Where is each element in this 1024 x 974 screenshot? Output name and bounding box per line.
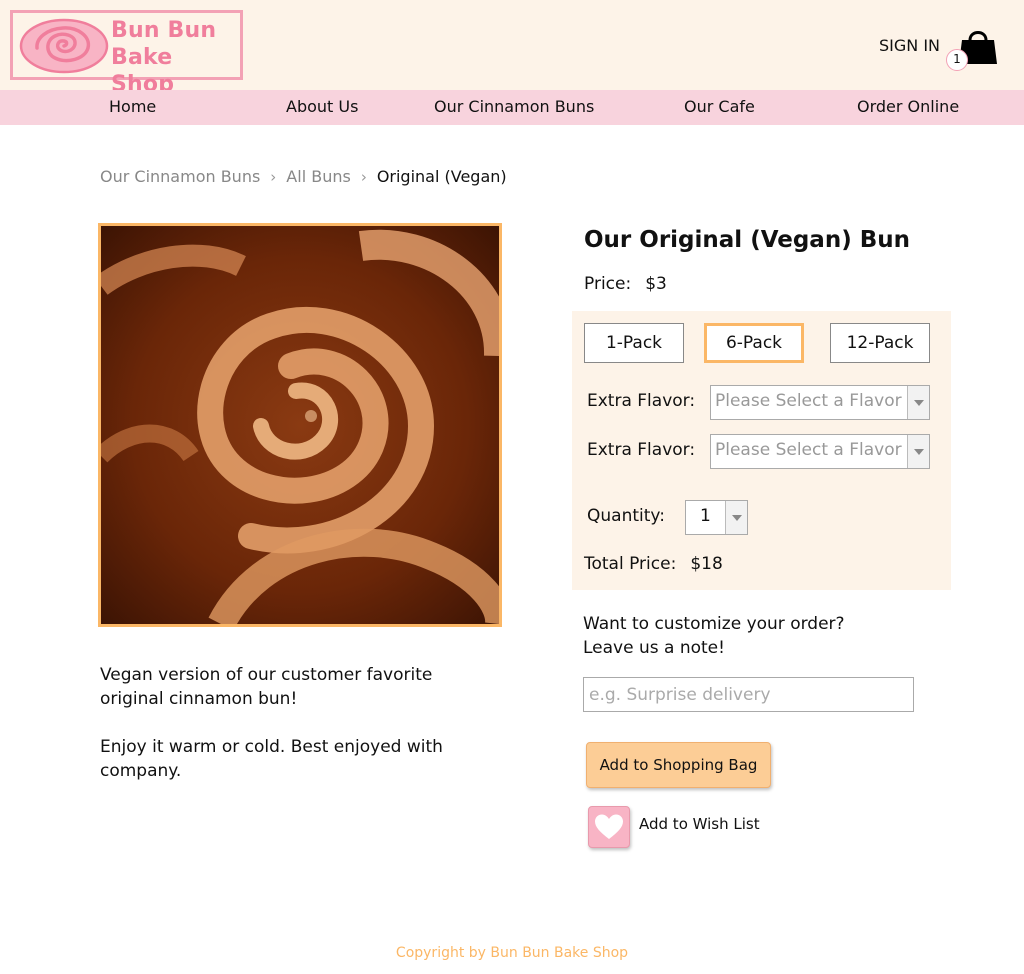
flavor-placeholder: Please Select a Flavor	[715, 391, 902, 411]
extra-flavor-select-1[interactable]: Please Select a Flavor	[710, 385, 930, 420]
quantity-select[interactable]: 1	[685, 500, 748, 535]
customize-line-2: Leave us a note!	[583, 638, 725, 658]
customize-prompt: Want to customize your order? Leave us a…	[583, 612, 845, 660]
chevron-right-icon: ›	[360, 168, 367, 186]
price-value: $3	[645, 274, 667, 294]
chevron-right-icon: ›	[270, 168, 277, 186]
total-price-value: $18	[690, 554, 723, 574]
caret-down-icon	[907, 435, 929, 468]
breadcrumb-our-cinnamon-buns[interactable]: Our Cinnamon Buns	[100, 167, 260, 186]
total-price-label: Total Price:	[584, 554, 677, 574]
pack-option-1[interactable]: 1-Pack	[584, 323, 684, 363]
wish-list-label[interactable]: Add to Wish List	[639, 815, 760, 833]
flavor-placeholder: Please Select a Flavor	[715, 440, 902, 460]
caret-down-icon	[907, 386, 929, 419]
product-title: Our Original (Vegan) Bun	[584, 227, 910, 253]
add-to-shopping-bag-button[interactable]: Add to Shopping Bag	[586, 742, 771, 788]
customize-line-1: Want to customize your order?	[583, 614, 845, 634]
nav-item-order-online[interactable]: Order Online	[857, 97, 959, 116]
breadcrumb-current: Original (Vegan)	[376, 167, 507, 186]
logo-line-1: Bun Bun	[111, 18, 217, 43]
heart-icon	[595, 814, 623, 839]
product-image	[98, 223, 502, 627]
price-row: Price: $3	[584, 274, 667, 294]
nav-item-home[interactable]: Home	[109, 97, 156, 116]
extra-flavor-select-2[interactable]: Please Select a Flavor	[710, 434, 930, 469]
breadcrumb: Our Cinnamon Buns › All Buns › Original (Veg…	[100, 167, 507, 186]
footer-copyright: Copyright by Bun Bun Bake Shop	[395, 945, 629, 961]
extra-flavor-label: Extra Flavor:	[587, 440, 696, 460]
total-price-row: Total Price: $18	[584, 554, 723, 574]
nav-item-our-cafe[interactable]: Our Cafe	[684, 97, 755, 116]
quantity-value: 1	[700, 506, 711, 526]
description-paragraph: Enjoy it warm or cold. Best enjoyed with…	[100, 737, 443, 781]
cinnamon-bun-photo	[101, 226, 499, 624]
order-note-input[interactable]	[583, 677, 914, 712]
nav-item-about-us[interactable]: About Us	[286, 97, 358, 116]
wish-list-button[interactable]	[588, 806, 630, 848]
sign-in-link[interactable]: SIGN IN	[879, 36, 940, 55]
description-paragraph: Vegan version of our customer favorite o…	[100, 665, 433, 709]
pack-option-6[interactable]: 6-Pack	[704, 323, 804, 363]
product-description: Vegan version of our customer favorite o…	[100, 663, 480, 807]
nav-item-our-cinnamon-buns[interactable]: Our Cinnamon Buns	[434, 97, 594, 116]
logo[interactable]: Bun Bun Bake Shop	[10, 10, 243, 97]
options-panel: 1-Pack 6-Pack 12-Pack Extra Flavor: Plea…	[572, 311, 951, 590]
pack-option-12[interactable]: 12-Pack	[830, 323, 930, 363]
caret-down-icon	[725, 501, 747, 534]
cinnamon-swirl-logo-icon	[19, 18, 109, 74]
quantity-label: Quantity:	[587, 506, 665, 526]
main-nav: Home About Us Our Cinnamon Buns Our Cafe…	[0, 90, 1024, 125]
breadcrumb-all-buns[interactable]: All Buns	[286, 167, 351, 186]
extra-flavor-label: Extra Flavor:	[587, 391, 696, 411]
site-header: Bun Bun Bake Shop SIGN IN 1	[0, 0, 1024, 97]
bag-count-badge: 1	[946, 49, 968, 71]
logo-text: Bun Bun Bake Shop	[111, 17, 240, 98]
price-label: Price:	[584, 274, 632, 294]
